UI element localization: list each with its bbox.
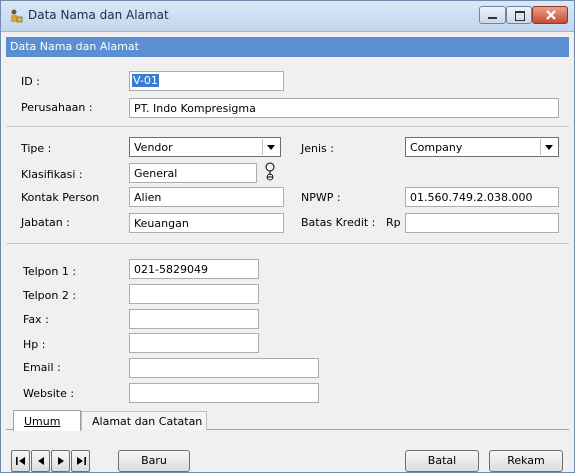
batas-kredit-field[interactable] [405,213,559,233]
tipe-value: Vendor [134,141,173,154]
window-title: Data Nama dan Alamat [28,8,169,22]
minimize-button[interactable] [479,6,506,24]
app-window: Data Nama dan Alamat Data Nama dan Alama… [0,0,575,473]
klasifikasi-field[interactable]: General [129,163,257,183]
next-record-button[interactable] [51,450,70,472]
batas-kredit-label: Batas Kredit : [301,216,376,229]
tab-umum[interactable]: Umum [13,410,81,431]
first-record-icon [16,457,25,465]
tab-alamat-catatan-label: Alamat dan Catatan [92,415,203,428]
website-field[interactable] [129,383,319,403]
jenis-label: Jenis : [301,142,334,155]
jenis-value: Company [410,141,463,154]
close-button[interactable] [532,6,568,24]
last-record-button[interactable] [71,450,90,472]
telpon2-label: Telpon 2 : [23,289,77,302]
lookup-search-icon[interactable] [263,161,277,183]
last-record-icon [77,457,86,465]
user-lock-icon [11,9,23,23]
fax-label: Fax : [23,313,49,326]
telpon2-field[interactable] [129,284,259,304]
title-bar[interactable]: Data Nama dan Alamat [1,1,574,32]
email-field[interactable] [129,358,319,378]
section-divider-1 [6,126,569,127]
tab-alamat-catatan[interactable]: Alamat dan Catatan [81,411,207,430]
close-icon [546,10,556,20]
kontak-person-field[interactable]: Alien [129,187,284,207]
npwp-field[interactable]: 01.560.749.2.038.000 [405,187,559,207]
perusahaan-field[interactable]: PT. Indo Kompresigma [129,98,559,118]
chevron-down-icon[interactable] [540,139,557,155]
fax-field[interactable] [129,309,259,329]
perusahaan-label: Perusahaan : [21,101,93,114]
batal-button[interactable]: Batal [405,450,479,472]
jabatan-label: Jabatan : [21,216,70,229]
email-label: Email : [23,361,61,374]
hp-field[interactable] [129,333,259,353]
id-field[interactable]: V-01 [129,71,284,91]
tipe-select[interactable]: Vendor [129,137,281,157]
hp-label: Hp : [23,338,46,351]
tipe-label: Tipe : [21,142,52,155]
next-record-icon [58,457,64,465]
chevron-down-icon[interactable] [262,139,279,155]
first-record-button[interactable] [11,450,30,472]
jenis-select[interactable]: Company [405,137,559,157]
section-divider-2 [6,243,569,244]
tab-umum-label: Umum [24,415,61,428]
telpon1-label: Telpon 1 : [23,265,77,278]
jabatan-field[interactable]: Keuangan [129,213,284,233]
baru-button[interactable]: Baru [118,450,190,472]
telpon1-field[interactable]: 021-5829049 [129,259,259,279]
rekam-button[interactable]: Rekam [489,450,563,472]
npwp-label: NPWP : [301,191,341,204]
maximize-icon [515,11,525,21]
form-header-title: Data Nama dan Alamat [10,40,139,53]
form-header-band: Data Nama dan Alamat [6,37,569,57]
klasifikasi-label: Klasifikasi : [21,168,83,181]
id-label: ID : [21,75,40,88]
website-label: Website : [23,387,75,400]
maximize-button[interactable] [506,6,532,24]
kontak-person-label: Kontak Person [21,191,100,204]
batas-kredit-currency: Rp [386,216,401,229]
id-value: V-01 [132,74,159,87]
prev-record-icon [38,457,44,465]
minimize-icon [488,17,497,19]
prev-record-button[interactable] [31,450,50,472]
